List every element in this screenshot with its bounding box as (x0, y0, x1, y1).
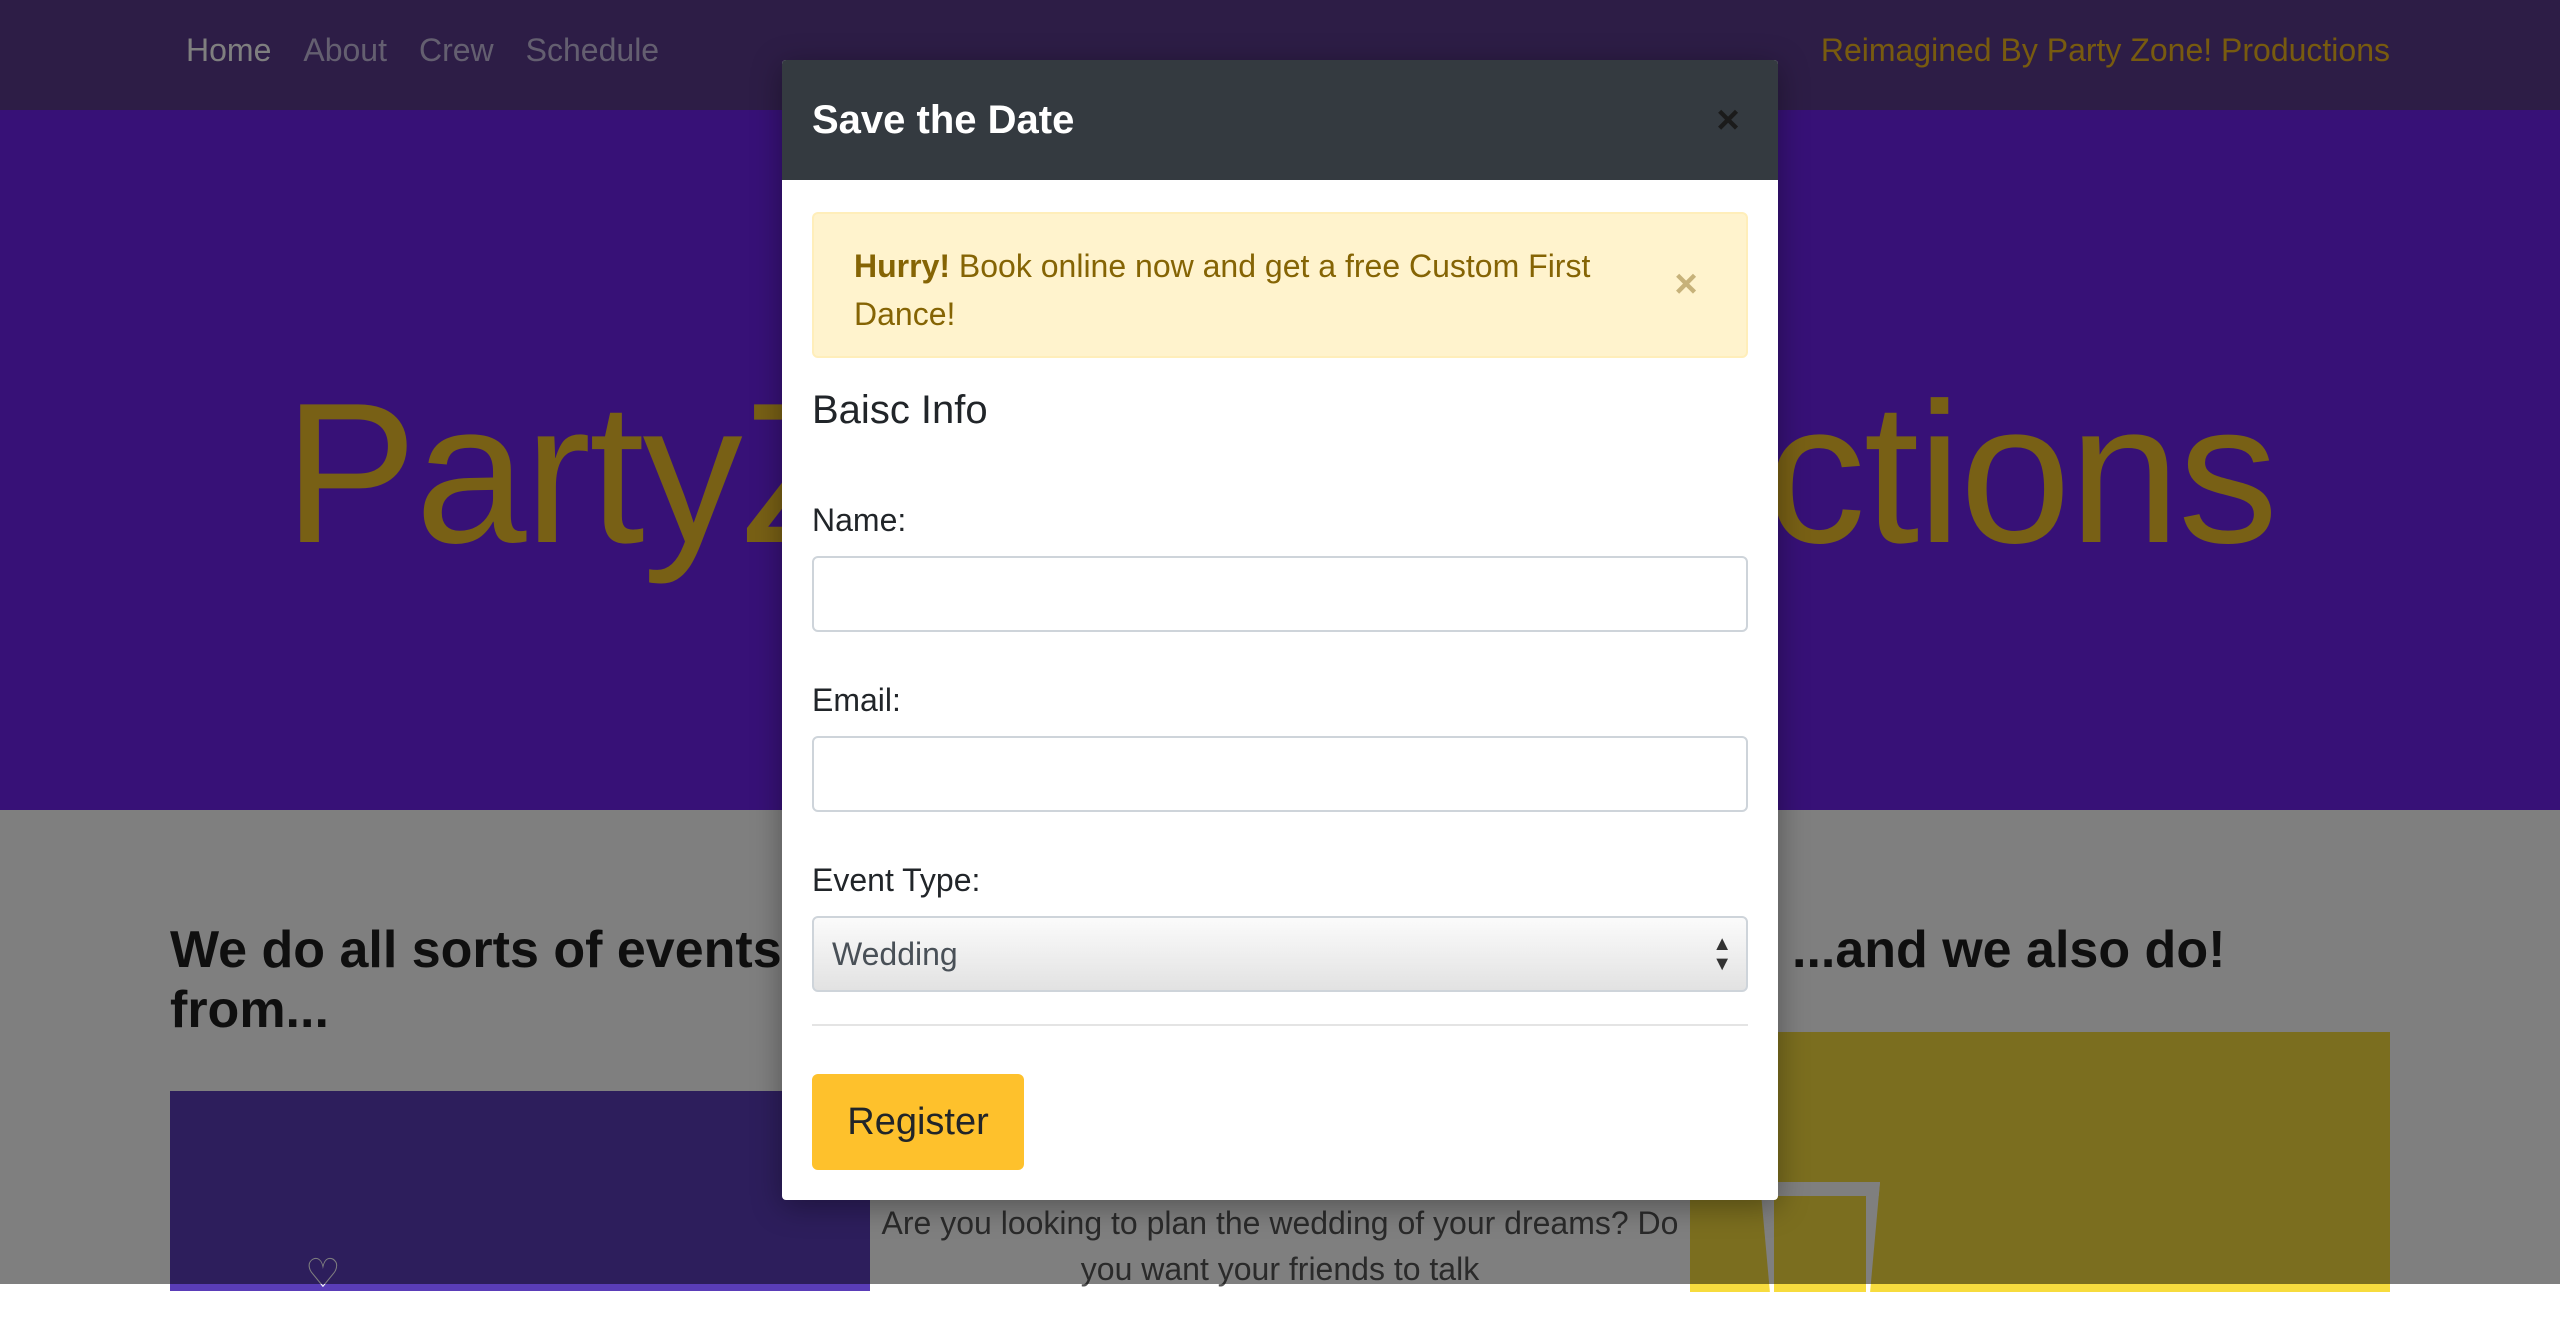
modal-header: Save the Date × (782, 60, 1778, 180)
modal-divider (812, 1024, 1748, 1026)
email-label: Email: (812, 682, 901, 719)
alert-strong-text: Hurry! (854, 248, 950, 284)
alert-text: Book online now and get a free Custom Fi… (854, 248, 1590, 332)
event-type-label: Event Type: (812, 862, 980, 899)
promo-alert: Hurry! Book online now and get a free Cu… (812, 212, 1748, 358)
event-type-selected-value: Wedding (832, 936, 958, 972)
select-arrows-icon: ▲▼ (1712, 934, 1732, 974)
modal-title: Save the Date (812, 98, 1074, 143)
basic-info-title: Baisc Info (812, 388, 988, 433)
name-label: Name: (812, 502, 906, 539)
save-the-date-modal: Save the Date × Hurry! Book online now a… (782, 60, 1778, 1200)
register-button[interactable]: Register (812, 1074, 1024, 1170)
email-field[interactable] (812, 736, 1748, 812)
alert-close-icon[interactable]: × (1666, 264, 1706, 304)
event-type-select[interactable]: Wedding ▲▼ (812, 916, 1748, 992)
close-icon[interactable]: × (1708, 100, 1748, 140)
name-field[interactable] (812, 556, 1748, 632)
